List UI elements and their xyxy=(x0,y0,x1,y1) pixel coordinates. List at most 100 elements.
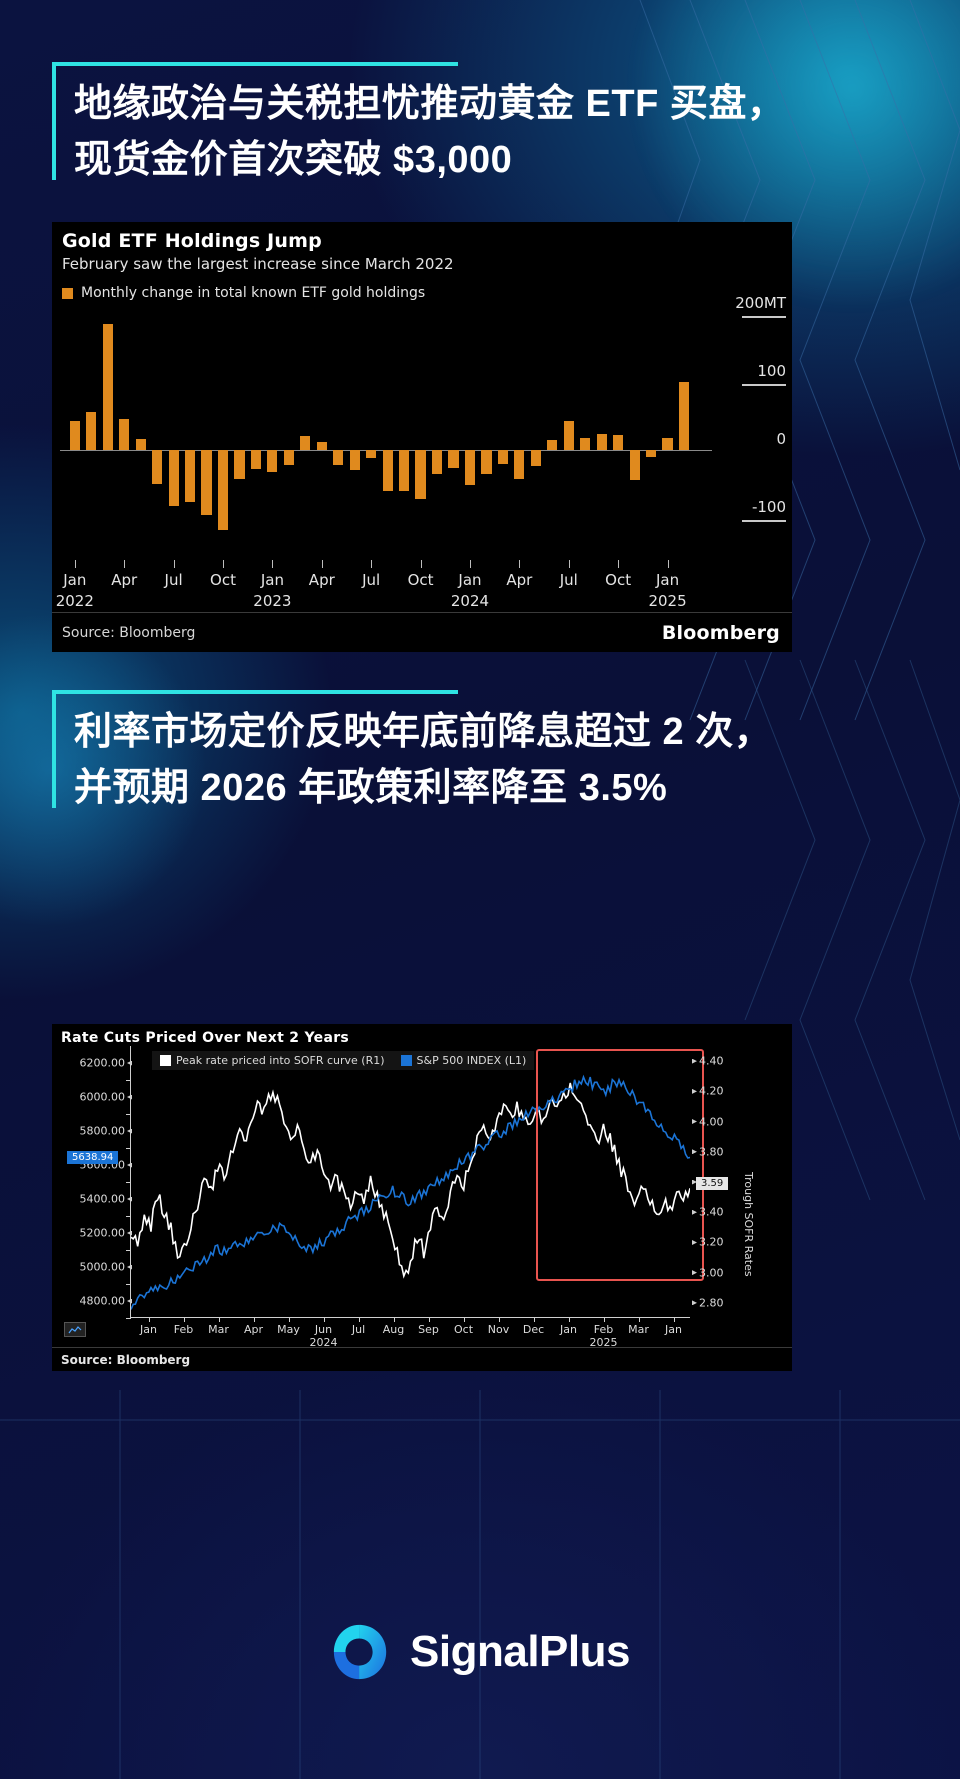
chart2-xtick-mark xyxy=(393,1317,395,1322)
bar-oct-2023 xyxy=(415,450,426,499)
chart2-right-ytick-4.00: 4.00 xyxy=(699,1115,724,1129)
chart2-right-current-value: 3.59 xyxy=(696,1176,729,1190)
rate-cuts-chart-card: Rate Cuts Priced Over Next 2 Years Peak … xyxy=(52,1024,792,1371)
bar-mar-2022 xyxy=(102,323,113,450)
chart2-xtick-mark xyxy=(568,1317,570,1322)
chart1-source: Source: Bloomberg xyxy=(62,624,196,641)
bar-jan-2025 xyxy=(662,437,673,450)
headline-left-rule xyxy=(52,62,56,181)
chart1-xtick-mark xyxy=(667,560,669,568)
chart2-left-minor-tick xyxy=(126,1114,131,1115)
chart1-xtick-label: Oct xyxy=(210,571,236,589)
chart2-highlight-box xyxy=(536,1049,704,1281)
chart1-xtick-label: Jan xyxy=(63,571,87,589)
chart2-xtick-label: Aug xyxy=(382,1323,405,1336)
chart2-xtick-label: Mar xyxy=(628,1323,649,1336)
chart2-right-ytick-3.00: 3.00 xyxy=(699,1266,724,1280)
chart2-xtick-mark xyxy=(148,1317,150,1322)
headline-text-1: 地缘政治与关税担忧推动黄金 ETF 买盘，现货金价首次突破 $3,000 xyxy=(74,83,786,182)
chart2-xtick-label: Mar xyxy=(208,1323,229,1336)
ytick-dash xyxy=(742,520,786,522)
chart2-xtick-mark xyxy=(673,1317,675,1322)
bar-may-2023 xyxy=(333,450,344,465)
chart1-subtitle: February saw the largest increase since … xyxy=(62,255,454,273)
bar-jul-2024 xyxy=(563,421,574,450)
chart1-xtick-label: Jan xyxy=(458,571,482,589)
chart1-xtick-year: 2024 xyxy=(450,592,490,610)
chart1-xtick-mark xyxy=(618,560,620,568)
chart2-xtick-label: Jan xyxy=(665,1323,682,1336)
chart2-xtick-mark xyxy=(533,1317,535,1322)
chart2-left-minor-tick xyxy=(126,1250,131,1251)
chart2-xtick-label: May xyxy=(277,1323,300,1336)
chart1-xtick-label: Oct xyxy=(407,571,434,589)
chart1-xtick-mark xyxy=(173,560,175,568)
chart1-xtick-label: Apr xyxy=(308,571,335,589)
chart2-right-ytick-4.40: 4.40 xyxy=(699,1054,724,1068)
chart1-xtick-mark xyxy=(124,560,126,568)
chart2-right-ytick-2.80: 2.80 xyxy=(699,1296,724,1310)
chart2-left-minor-tick xyxy=(126,1148,131,1149)
chart2-right-ytick-4.20: 4.20 xyxy=(699,1084,724,1098)
bar-oct-2024 xyxy=(613,435,624,450)
bar-dec-2023 xyxy=(448,450,459,468)
chart2-left-ytick-5400.00: 5400.00 xyxy=(79,1192,126,1206)
signalplus-logo-icon xyxy=(333,1624,387,1680)
chart2-xtick-label: Jun xyxy=(314,1323,333,1336)
chart2-xtick-label: Jan xyxy=(560,1323,577,1336)
chart2-left-minor-tick xyxy=(126,1216,131,1217)
bar-apr-2024 xyxy=(514,450,525,479)
chart1-footer: Source: Bloomberg Bloomberg xyxy=(52,612,792,652)
chart1-plot-area xyxy=(60,314,712,552)
chart2-left-ytick-6000.00: 6000.00 xyxy=(79,1090,126,1104)
bar-apr-2023 xyxy=(316,441,327,450)
chart1-xtick-mark xyxy=(469,560,471,568)
chart2-left-ytick-6200.00: 6200.00 xyxy=(79,1056,126,1070)
bar-may-2024 xyxy=(530,450,541,467)
bloomberg-bar-chart: Gold ETF Holdings Jump February saw the … xyxy=(52,222,792,652)
chart1-ytick-100: 100 xyxy=(710,362,786,386)
bar-jan-2023 xyxy=(267,450,278,472)
chart2-right-ytick-3.80: 3.80 xyxy=(699,1145,724,1159)
legend-swatch-orange xyxy=(62,287,73,299)
bar-jan-2022 xyxy=(69,421,80,450)
signalplus-wordmark: SignalPlus xyxy=(410,1627,630,1676)
headline-block-1: 地缘政治与关税担忧推动黄金 ETF 买盘，现货金价首次突破 $3,000 xyxy=(52,62,792,188)
chart2-xtick-mark xyxy=(428,1317,430,1322)
chart1-xtick-label: Oct xyxy=(605,571,632,589)
chart1-xtick-mark xyxy=(321,560,323,568)
chart1-xtick-label: Apr xyxy=(506,571,533,589)
bar-apr-2022 xyxy=(119,418,130,450)
chart2-left-minor-tick xyxy=(126,1080,131,1081)
chart2-xtick-mark xyxy=(323,1317,325,1322)
chart2-left-minor-tick xyxy=(126,1284,131,1285)
chart2-left-ytick-5800.00: 5800.00 xyxy=(79,1124,126,1138)
headline-block-2: 利率市场定价反映年底前降息超过 2 次，并预期 2026 年政策利率降至 3.5… xyxy=(52,690,792,816)
chart-type-icon[interactable] xyxy=(64,1322,86,1337)
chart1-xtick-year: 2025 xyxy=(648,592,687,610)
chart2-xtick-mark xyxy=(253,1317,255,1322)
chart2-xtick-label: Feb xyxy=(593,1323,614,1336)
bloomberg-logo: Bloomberg xyxy=(661,621,780,644)
headline-left-rule-2 xyxy=(52,690,56,809)
chart1-xtick-mark xyxy=(420,560,422,568)
bar-aug-2022 xyxy=(184,450,196,502)
chart2-xtick-mark xyxy=(498,1317,500,1322)
chart1-xtick-year: 2022 xyxy=(55,592,94,610)
ytick-dash xyxy=(742,316,786,318)
bar-jan-2024 xyxy=(464,450,476,486)
chart2-xtick-label: Jul xyxy=(351,1323,366,1336)
chart2-right-ytick-3.20: 3.20 xyxy=(699,1235,724,1249)
bar-jul-2023 xyxy=(366,450,377,459)
ytick-dash xyxy=(742,384,786,386)
chart1-ytick--100: -100 xyxy=(710,498,786,522)
bar-mar-2023 xyxy=(300,436,311,450)
chart2-xtick-label: Jan xyxy=(140,1323,157,1336)
bar-nov-2024 xyxy=(629,450,640,480)
chart2-left-ytick-5200.00: 5200.00 xyxy=(79,1226,126,1240)
bar-may-2022 xyxy=(135,439,146,450)
bar-feb-2025 xyxy=(678,382,690,450)
bar-feb-2023 xyxy=(283,450,294,465)
sparkline-icon xyxy=(68,1325,82,1333)
chart1-xtick-mark xyxy=(74,560,76,568)
